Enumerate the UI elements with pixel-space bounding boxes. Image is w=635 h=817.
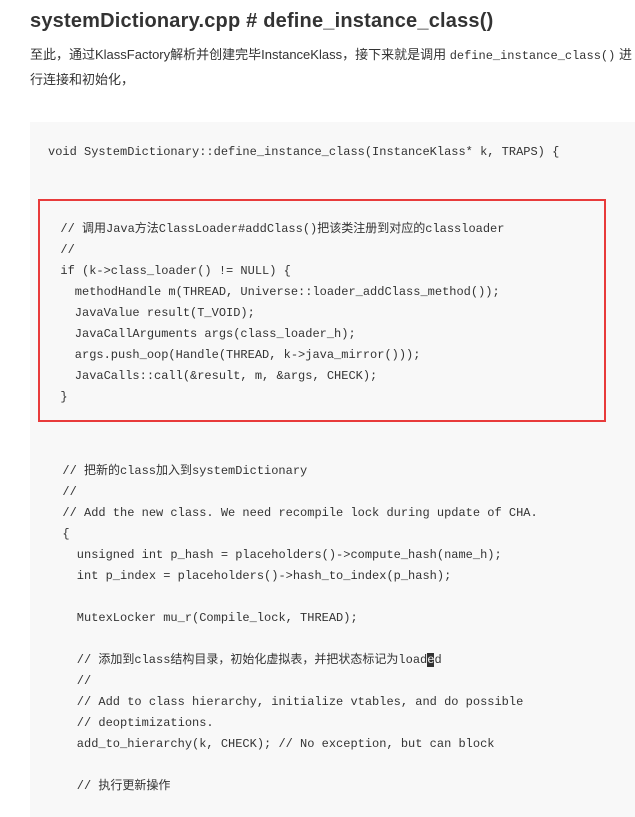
caret-line-pre: // 添加到class结构目录，初始化虚拟表，并把状态标记为load (48, 653, 427, 667)
caret-line-post: d (434, 653, 441, 667)
highlight-box: // 调用Java方法ClassLoader#addClass()把该类注册到对… (38, 199, 606, 422)
code-signature: void SystemDictionary::define_instance_c… (48, 145, 559, 159)
code-block: void SystemDictionary::define_instance_c… (30, 122, 635, 817)
intro-text-1: 至此，通过KlassFactory解析并创建完毕InstanceKlass，接下… (30, 47, 450, 62)
code-lines-b: // // Add to class hierarchy, initialize… (48, 674, 523, 793)
intro-paragraph: 至此，通过KlassFactory解析并创建完毕InstanceKlass，接下… (30, 43, 635, 92)
section-heading: systemDictionary.cpp # define_instance_c… (30, 10, 635, 33)
intro-code: define_instance_class() (450, 49, 616, 63)
code-lines-a: // 把新的class加入到systemDictionary // // Add… (48, 464, 538, 625)
